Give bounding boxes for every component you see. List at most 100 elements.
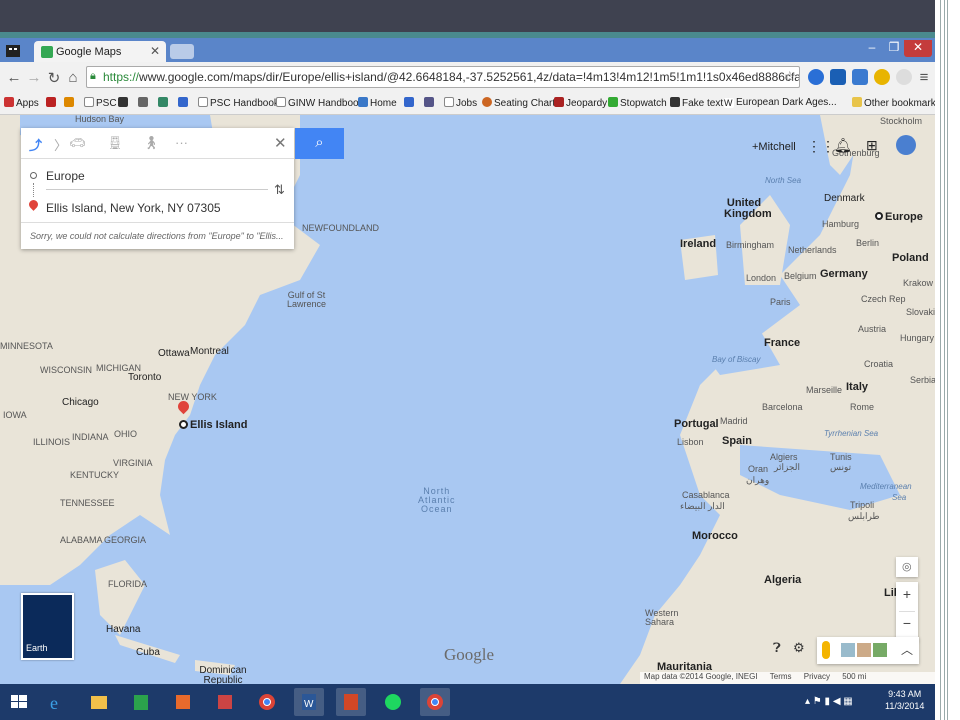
restore-window-icon[interactable]: ❐ xyxy=(884,40,904,54)
settings-gear-icon[interactable]: ⚙ xyxy=(793,640,805,656)
home-icon[interactable]: ⌂ xyxy=(63,69,83,86)
bookmark-other[interactable]: Other bookmarks xyxy=(852,97,935,109)
zoom-out-button[interactable]: − xyxy=(896,615,918,631)
bookmark-icon-6[interactable] xyxy=(178,97,190,109)
privacy-link[interactable]: Privacy xyxy=(804,672,830,681)
bookmark-home[interactable]: Home xyxy=(358,97,397,109)
page-icon xyxy=(444,97,454,107)
chrome-active-icon[interactable] xyxy=(420,688,450,716)
chrome-icon[interactable] xyxy=(252,688,282,716)
taskbar-clock[interactable]: 9:43 AM 11/3/2014 xyxy=(885,688,924,712)
store-icon[interactable] xyxy=(126,688,156,716)
bookmark-icon-4[interactable] xyxy=(138,97,150,109)
stopwatch-icon xyxy=(608,97,618,107)
extension-calendar-icon[interactable] xyxy=(852,69,868,85)
label-bay-of-biscay: Bay of Biscay xyxy=(712,355,761,364)
share-plus-icon[interactable]: ⊞ xyxy=(866,137,878,154)
slide-header-bar xyxy=(0,0,960,32)
label-oran-ar: وهران xyxy=(746,475,770,485)
slide-right-margin xyxy=(935,0,960,720)
directions-panel: ⤴ 〉 🚗︎ 🚆︎ 🚶︎ ··· ✕ Europe Ellis Island, … xyxy=(21,128,294,249)
bookmark-jobs[interactable]: Jobs xyxy=(444,97,477,109)
bookmark-icon-1[interactable] xyxy=(46,97,58,109)
extension-book-icon[interactable] xyxy=(830,69,846,85)
bookmark-psc[interactable]: PSC xyxy=(84,97,117,109)
bookmark-apps[interactable]: Apps xyxy=(4,97,39,109)
extension-p-icon[interactable] xyxy=(896,69,912,85)
zoom-in-button[interactable]: + xyxy=(896,586,918,602)
user-avatar-icon[interactable] xyxy=(4,41,22,59)
bookmark-icon-2[interactable] xyxy=(64,97,76,109)
bookmark-icon-3[interactable] xyxy=(118,97,130,109)
search-button[interactable]: ⌕ xyxy=(295,128,344,159)
origin-field[interactable]: Europe xyxy=(46,169,85,183)
reload-icon[interactable]: ↻ xyxy=(44,69,64,87)
field-divider xyxy=(46,189,268,190)
map-canvas[interactable]: North Atlantic Ocean Hudson Bay Gulf of St… xyxy=(0,115,935,684)
bookmark-stopwatch[interactable]: Stopwatch xyxy=(608,97,667,109)
start-windows-icon[interactable] xyxy=(4,688,34,716)
bookmark-ginw-handbook[interactable]: GINW Handbook xyxy=(276,97,364,109)
close-tab-icon[interactable]: ✕ xyxy=(150,44,160,58)
back-icon[interactable]: ← xyxy=(4,69,24,86)
account-avatar-icon[interactable] xyxy=(896,135,916,155)
system-tray-icons[interactable]: ▴ ⚑ ▮ ◀ ▦ xyxy=(805,696,853,707)
svg-text:W: W xyxy=(304,699,314,710)
tab-google-maps[interactable]: Google Maps ✕ xyxy=(34,41,166,62)
close-directions-icon[interactable]: ✕ xyxy=(274,134,287,152)
bookmark-psc-handbook[interactable]: PSC Handbook xyxy=(198,97,279,109)
more-modes-icon[interactable]: ··· xyxy=(175,135,188,150)
tab-strip: Google Maps ✕ – ❐ ✕ xyxy=(0,38,935,62)
spotify-icon[interactable] xyxy=(378,688,408,716)
label-tripoli-ar: طرابلس xyxy=(848,511,880,521)
pegman-icon[interactable] xyxy=(822,641,830,659)
bookmark-icon-8[interactable] xyxy=(424,97,436,109)
terms-link[interactable]: Terms xyxy=(770,672,792,681)
photo-thumb-icon[interactable] xyxy=(841,643,855,657)
bookmark-star-icon[interactable]: ☆ xyxy=(783,68,796,85)
menu-icon[interactable]: ≡ xyxy=(914,69,934,86)
internet-explorer-icon[interactable]: e xyxy=(42,688,72,716)
minimize-window-icon[interactable]: – xyxy=(862,40,882,54)
bookmark-icon-7[interactable] xyxy=(404,97,416,109)
earth-view-toggle[interactable]: Earth xyxy=(21,593,74,660)
my-location-button[interactable]: ◎ xyxy=(896,557,918,577)
new-tab-button[interactable] xyxy=(170,44,194,59)
forward-icon[interactable]: → xyxy=(24,69,44,86)
bookmark-seating-chart[interactable]: Seating Chart xyxy=(482,97,555,109)
label-tripoli: Tripoli xyxy=(850,500,875,510)
extension-cloud-icon[interactable] xyxy=(808,69,824,85)
powerpoint-icon[interactable] xyxy=(336,688,366,716)
apps-grid-icon[interactable]: ⋮⋮ xyxy=(807,138,835,155)
photo-thumb-icon[interactable] xyxy=(857,643,871,657)
label-tunis-ar: تونس xyxy=(830,462,852,472)
help-icon[interactable]: ❓︎ xyxy=(773,640,781,656)
user-name-link[interactable]: +Mitchell xyxy=(752,141,796,153)
location-target-icon: ◎ xyxy=(902,561,912,573)
extension-search-icon[interactable] xyxy=(874,69,890,85)
notifications-bell-icon[interactable]: 🔔︎ xyxy=(834,137,852,154)
label-paris: Paris xyxy=(770,297,791,307)
best-route-icon[interactable]: ⤴ xyxy=(29,135,42,154)
origin-marker-icon[interactable] xyxy=(875,212,883,220)
bookmark-european-dark-ages[interactable]: W European Dark Ages... xyxy=(724,97,837,108)
transit-icon[interactable]: 🚆︎ xyxy=(107,135,124,151)
swap-directions-icon[interactable]: ⇅ xyxy=(274,182,285,198)
close-window-icon[interactable]: ✕ xyxy=(904,40,932,57)
app-icon-2[interactable] xyxy=(210,688,240,716)
label-netherlands: Netherlands xyxy=(788,245,837,255)
label-hamburg: Hamburg xyxy=(822,219,860,229)
destination-field[interactable]: Ellis Island, New York, NY 07305 xyxy=(46,201,221,215)
bookmark-icon-5[interactable] xyxy=(158,97,170,109)
app-icon-1[interactable] xyxy=(168,688,198,716)
destination-marker-icon[interactable] xyxy=(179,420,188,429)
address-bar[interactable]: 🔒︎ https://www.google.com/maps/dir/Europe… xyxy=(86,66,800,88)
bookmark-fake-text[interactable]: Fake text xyxy=(670,97,723,109)
photo-thumb-icon[interactable] xyxy=(873,643,887,657)
expand-chevron-icon[interactable]: ︿ xyxy=(901,641,913,658)
car-icon[interactable]: 🚗︎ xyxy=(69,135,86,151)
word-icon[interactable]: W xyxy=(294,688,324,716)
file-explorer-icon[interactable] xyxy=(84,688,114,716)
bookmark-jeopardy[interactable]: Jeopardy xyxy=(554,97,607,109)
walk-icon[interactable]: 🚶︎ xyxy=(143,135,160,151)
